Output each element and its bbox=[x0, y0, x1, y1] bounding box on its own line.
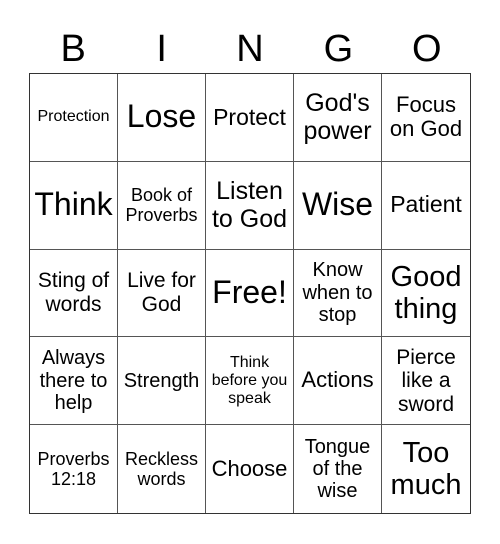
bingo-header: B I N G O bbox=[29, 26, 471, 72]
bingo-cell[interactable]: Too much bbox=[382, 425, 470, 513]
header-letter-n: N bbox=[236, 28, 264, 70]
bingo-cell[interactable]: Lose bbox=[118, 74, 206, 162]
bingo-cell[interactable]: Listen to God bbox=[206, 161, 294, 250]
bingo-cell[interactable]: Think before you speak bbox=[206, 337, 294, 426]
bingo-cell[interactable]: Patient bbox=[382, 162, 470, 250]
bingo-cell[interactable]: Proverbs 12:18 bbox=[30, 425, 118, 513]
cell-text: Strength bbox=[123, 369, 200, 392]
cell-text: Pierce like a sword bbox=[396, 345, 456, 416]
cell-text: Live for God bbox=[127, 269, 196, 316]
bingo-cell[interactable]: God's power bbox=[294, 74, 382, 162]
cell-text: Too much bbox=[390, 436, 462, 502]
bingo-cell[interactable]: Actions bbox=[294, 337, 382, 426]
bingo-cell[interactable]: Strength bbox=[118, 337, 206, 426]
header-letter-i: I bbox=[156, 28, 167, 70]
cell-text: Focus on God bbox=[389, 91, 463, 142]
cell-text: Wise bbox=[301, 186, 374, 223]
cell-text: Good thing bbox=[390, 260, 462, 325]
bingo-cell[interactable]: Focus on God bbox=[382, 74, 470, 162]
cell-text: Patient bbox=[390, 191, 462, 218]
cell-text: Book of Proverbs bbox=[125, 185, 198, 226]
cell-text: Sting of words bbox=[37, 269, 110, 316]
bingo-cell[interactable]: Reckless words bbox=[118, 425, 206, 513]
cell-text: Actions bbox=[301, 367, 374, 393]
bingo-cell[interactable]: Protection bbox=[30, 74, 118, 162]
bingo-cell[interactable]: Live for God bbox=[118, 249, 206, 338]
cell-text: Always there to help bbox=[39, 347, 108, 414]
cell-text: Reckless words bbox=[124, 448, 199, 490]
header-letter-b: B bbox=[60, 28, 86, 70]
bingo-cell[interactable]: Book of Proverbs bbox=[118, 161, 206, 250]
cell-text: Choose bbox=[211, 455, 288, 481]
cell-text: God's power bbox=[303, 89, 372, 146]
bingo-grid: Protection Lose Protect God's power Focus on… bbox=[29, 73, 471, 514]
bingo-cell[interactable]: Know when to stop bbox=[294, 249, 382, 338]
cell-text: Proverbs 12:18 bbox=[37, 448, 110, 490]
cell-text: Tongue of the wise bbox=[304, 435, 371, 503]
cell-text: Lose bbox=[126, 98, 197, 135]
cell-text: Think before you speak bbox=[211, 353, 288, 407]
free-space-cell[interactable]: Free! bbox=[206, 249, 294, 338]
bingo-cell[interactable]: Choose bbox=[206, 425, 294, 513]
bingo-cell[interactable]: Good thing bbox=[382, 250, 470, 338]
header-letter-g: G bbox=[323, 28, 354, 70]
bingo-cell[interactable]: Always there to help bbox=[30, 337, 118, 426]
bingo-cell[interactable]: Wise bbox=[294, 161, 382, 250]
cell-text: Free! bbox=[212, 274, 287, 311]
bingo-cell[interactable]: Pierce like a sword bbox=[382, 337, 470, 426]
bingo-cell[interactable]: Sting of words bbox=[30, 249, 118, 338]
cell-text: Know when to stop bbox=[302, 259, 373, 327]
header-letter-o: O bbox=[412, 28, 442, 70]
bingo-cell[interactable]: Think bbox=[30, 161, 118, 250]
bingo-cell[interactable]: Protect bbox=[206, 74, 294, 162]
bingo-cell[interactable]: Tongue of the wise bbox=[294, 425, 382, 513]
cell-text: Think bbox=[34, 186, 113, 223]
cell-text: Protection bbox=[37, 108, 110, 126]
cell-text: Listen to God bbox=[211, 177, 288, 234]
cell-text: Protect bbox=[213, 103, 286, 130]
